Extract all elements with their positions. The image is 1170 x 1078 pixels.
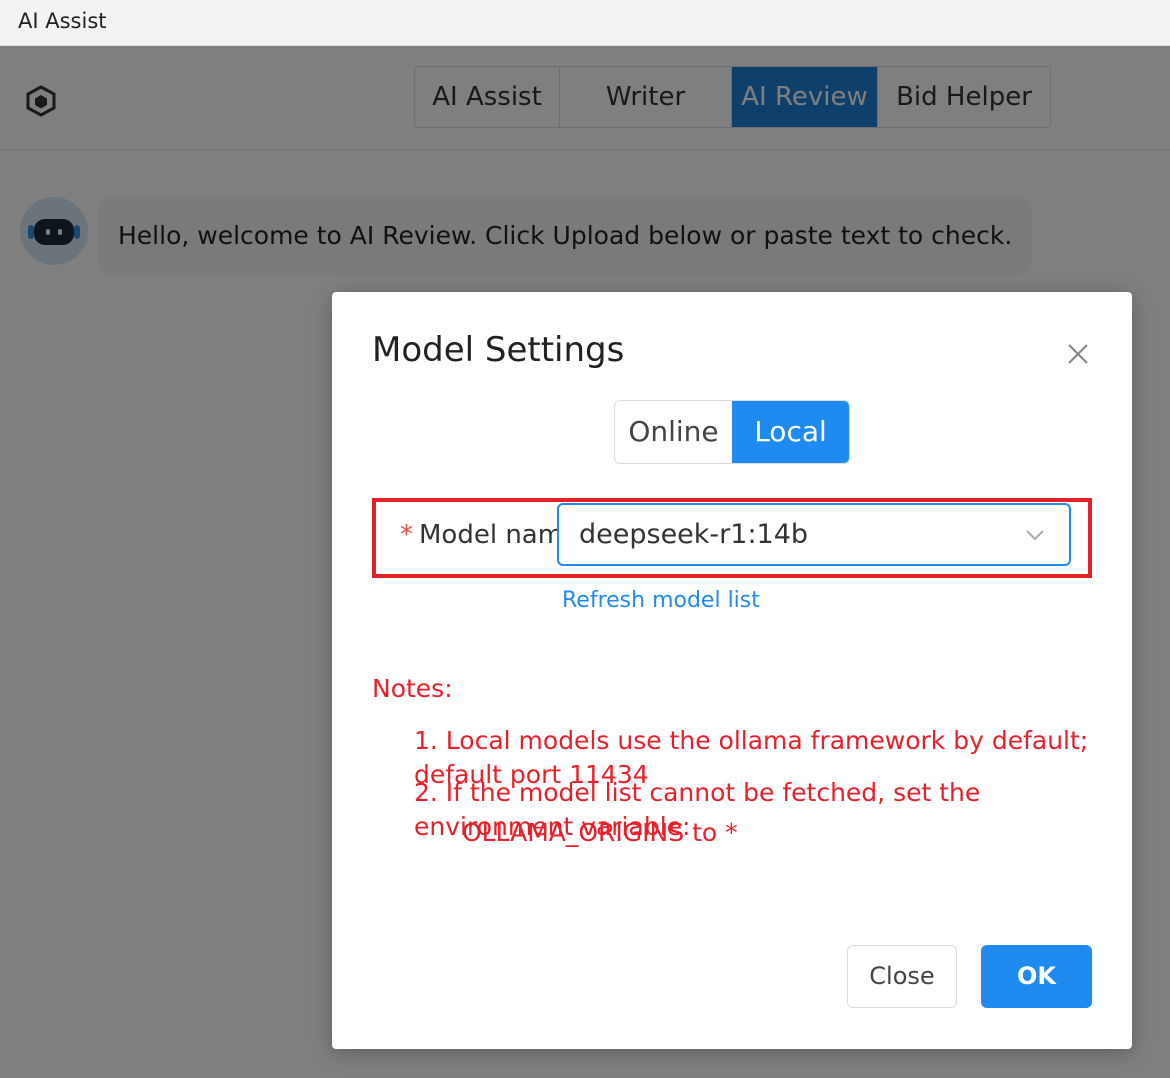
model-name-select[interactable]: deepseek-r1:14b	[557, 503, 1071, 566]
model-source-toggle: Online Local	[614, 400, 850, 464]
notes-title: Notes:	[372, 674, 453, 703]
chevron-down-icon	[1026, 530, 1044, 541]
dialog-title: Model Settings	[372, 330, 625, 370]
note-item-2-continued: OLLAMA_ORIGINS to *	[462, 818, 738, 847]
model-settings-dialog: Model Settings Online Local * Model name:…	[332, 292, 1132, 1049]
segment-online[interactable]: Online	[615, 401, 732, 463]
segment-local[interactable]: Local	[732, 401, 849, 463]
confirm-button[interactable]: OK	[981, 945, 1092, 1008]
refresh-model-list-link[interactable]: Refresh model list	[562, 588, 760, 613]
model-name-value: deepseek-r1:14b	[579, 519, 809, 550]
window-title: AI Assist	[0, 0, 1170, 46]
close-button[interactable]: Close	[847, 945, 957, 1008]
required-mark: *	[400, 520, 413, 550]
close-icon[interactable]	[1064, 340, 1092, 368]
